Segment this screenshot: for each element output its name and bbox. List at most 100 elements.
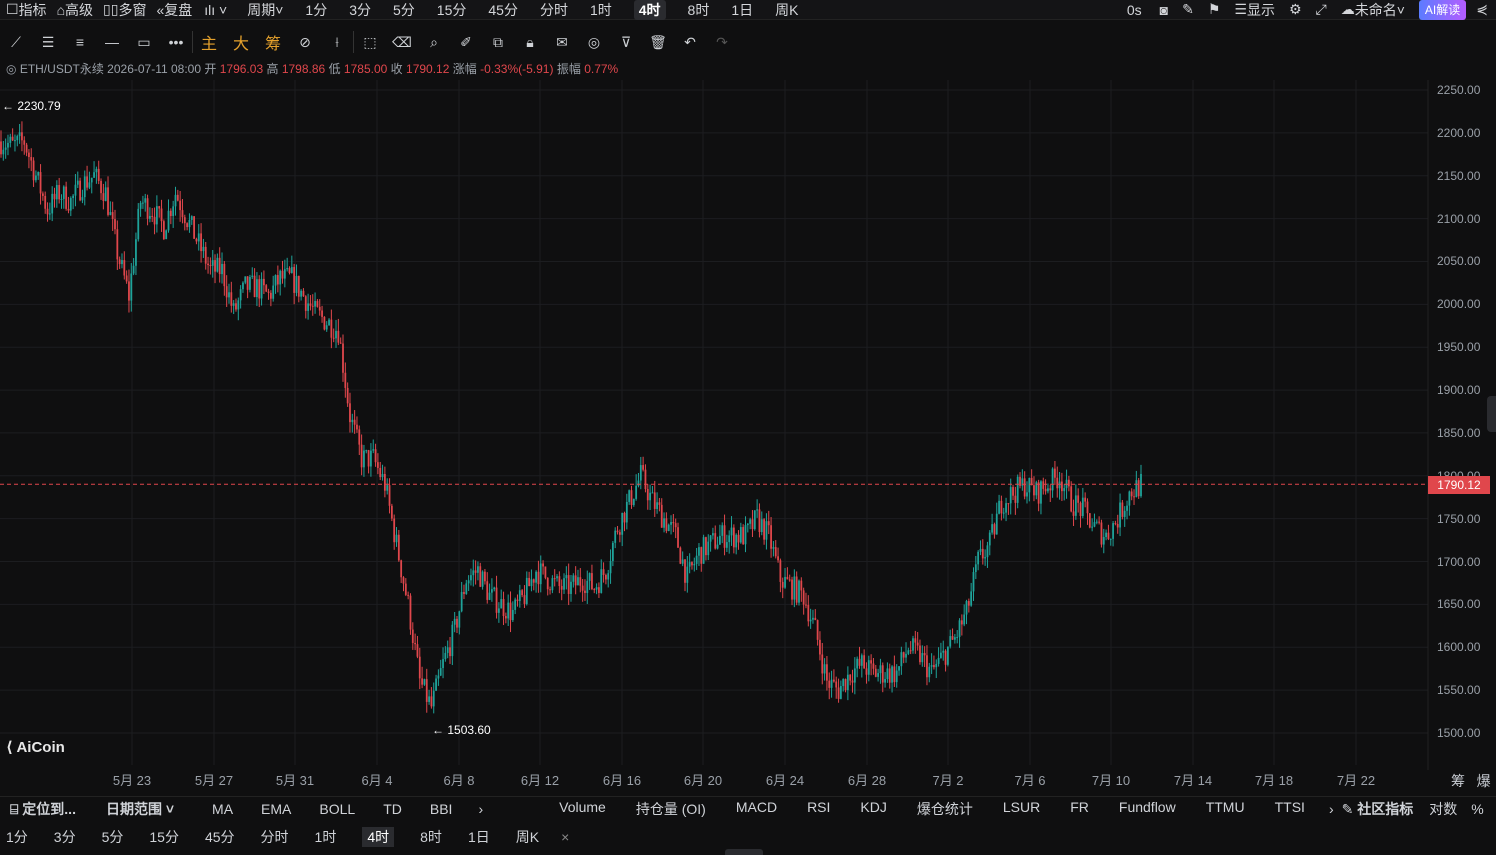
sub-indicator-10[interactable]: TTSI	[1275, 799, 1305, 819]
corner-chips[interactable]: 筹 爆	[1451, 771, 1491, 791]
log-scale-button[interactable]: 对数	[1429, 799, 1457, 819]
candle-body	[1109, 538, 1112, 540]
camera-icon[interactable]: ◙	[1160, 0, 1168, 20]
chart-type-icon[interactable]: ılı ˅	[204, 0, 227, 20]
bottom-timeframe-2[interactable]: 5分	[102, 827, 124, 847]
sub-indicator-9[interactable]: TTMU	[1206, 799, 1245, 819]
candle-body	[798, 580, 800, 603]
sub-indicator-8[interactable]: Fundflow	[1119, 799, 1176, 819]
main-force-button[interactable]: 主	[193, 28, 225, 56]
timeframe-6[interactable]: 1时	[590, 0, 612, 20]
flag-icon[interactable]: ⚑	[1208, 0, 1221, 20]
timeframe-4[interactable]: 45分	[488, 0, 518, 20]
side-panel-handle[interactable]	[1487, 396, 1496, 432]
multi-window-menu[interactable]: ▯▯ 多窗	[103, 0, 146, 20]
bottom-timeframe-7[interactable]: 4时	[362, 827, 395, 847]
filter-icon[interactable]: ⊽	[610, 28, 642, 56]
fullscreen-icon[interactable]: ⤢	[1316, 0, 1327, 20]
ai-button[interactable]: AI解读	[1418, 0, 1467, 20]
main-indicator-td[interactable]: TD	[383, 801, 402, 817]
candle-body	[639, 465, 642, 481]
bottom-timeframe-10[interactable]: 周K	[516, 827, 539, 847]
brush-icon[interactable]: ✐	[450, 28, 482, 56]
bottom-timeframe-3[interactable]: 15分	[149, 827, 179, 847]
candlestick-chart[interactable]	[0, 80, 1496, 770]
settings-icon[interactable]: ⚙	[1289, 0, 1302, 20]
candle-body	[290, 267, 293, 273]
bottom-timeframe-4[interactable]: 45分	[205, 827, 235, 847]
bottom-timeframe-9[interactable]: 1日	[468, 827, 490, 847]
bottom-timeframe-8[interactable]: 8时	[420, 827, 442, 847]
hlines-icon[interactable]: ≡	[64, 28, 96, 56]
timeframe-1[interactable]: 3分	[349, 0, 371, 20]
sub-indicator-4[interactable]: KDJ	[860, 799, 886, 819]
sub-indicator-1[interactable]: 持仓量 (OI)	[636, 799, 706, 819]
parallel-icon[interactable]: ☰	[32, 28, 64, 56]
trendline-icon[interactable]: ⟋	[0, 28, 32, 56]
hide-icon[interactable]: ◎	[578, 28, 610, 56]
date-range-button[interactable]: 日期范围 ˅	[106, 799, 174, 819]
indicator-menu[interactable]: ☐ 指标	[6, 0, 47, 20]
magnet-icon[interactable]: ⊘	[289, 28, 321, 56]
pen-icon[interactable]: ✎	[1182, 0, 1194, 20]
candle-body	[523, 595, 526, 604]
candle-body	[623, 512, 626, 523]
measure-icon[interactable]: ⟊	[321, 28, 353, 56]
candle-body	[297, 275, 300, 297]
rect-icon[interactable]: ▭	[128, 28, 160, 56]
sub-indicator-6[interactable]: LSUR	[1003, 799, 1040, 819]
timeframe-9[interactable]: 1日	[731, 0, 753, 20]
period-menu[interactable]: 周期 ˅	[247, 0, 283, 20]
chevron-right-icon[interactable]: ›	[1329, 801, 1334, 817]
main-indicator-boll[interactable]: BOLL	[319, 801, 355, 817]
note-icon[interactable]: ✉	[546, 28, 578, 56]
sub-indicator-2[interactable]: MACD	[736, 799, 777, 819]
sub-indicator-3[interactable]: RSI	[807, 799, 830, 819]
share-icon[interactable]: ⋞	[1476, 0, 1488, 20]
link-icon[interactable]: ⧉	[482, 28, 514, 56]
locate-button[interactable]: ⌸ 定位到...	[10, 799, 76, 819]
more-icon[interactable]: •••	[160, 28, 192, 56]
advanced-menu[interactable]: ⌂ 高级	[57, 0, 93, 20]
sub-indicator-0[interactable]: Volume	[559, 799, 606, 819]
lock-draw-icon[interactable]: ⬚	[354, 28, 386, 56]
candle-body	[560, 586, 563, 590]
timeframe-5[interactable]: 分时	[540, 0, 568, 20]
chevron-right-icon[interactable]: ›	[478, 801, 483, 817]
main-indicator-bbi[interactable]: BBI	[430, 801, 453, 817]
trash-icon[interactable]: 🗑︎	[642, 28, 674, 56]
bottom-timeframe-5[interactable]: 分时	[261, 827, 289, 847]
redo-icon[interactable]: ↷	[706, 28, 738, 56]
big-order-button[interactable]: 大	[225, 28, 257, 56]
percent-scale-button[interactable]: %	[1471, 801, 1483, 817]
timeframe-0[interactable]: 1分	[305, 0, 327, 20]
timeframe-3[interactable]: 15分	[437, 0, 467, 20]
sub-indicator-7[interactable]: FR	[1070, 799, 1089, 819]
timeframe-7[interactable]: 4时	[633, 0, 666, 20]
display-menu[interactable]: ☰ 显示	[1234, 0, 1275, 20]
undo-icon[interactable]: ↶	[674, 28, 706, 56]
candle-body	[318, 306, 321, 311]
y-tick-label: 1500.00	[1437, 726, 1481, 740]
bottom-timeframe-1[interactable]: 3分	[54, 827, 76, 847]
replay-menu[interactable]: « 复盘	[156, 0, 192, 20]
eraser-icon[interactable]: ⌫	[386, 28, 418, 56]
community-indicators-button[interactable]: ✎ 社区指标	[1342, 799, 1414, 819]
timeframe-10[interactable]: 周K	[775, 0, 798, 20]
bottom-timeframe-6[interactable]: 1时	[315, 827, 337, 847]
panel-handle[interactable]	[725, 849, 763, 855]
layout-menu[interactable]: ☁ 未命名 ˅	[1341, 0, 1405, 20]
close-icon[interactable]: ×	[561, 829, 569, 845]
main-indicator-ma[interactable]: MA	[212, 801, 233, 817]
timeframe-2[interactable]: 5分	[393, 0, 415, 20]
main-indicator-ema[interactable]: EMA	[261, 801, 291, 817]
chips-button[interactable]: 筹	[257, 28, 289, 56]
hline-icon[interactable]: —	[96, 28, 128, 56]
candle-body	[1123, 510, 1126, 517]
zoom-icon[interactable]: ⌕	[418, 28, 450, 56]
sub-indicator-5[interactable]: 爆仓统计	[917, 799, 973, 819]
lock-icon[interactable]: 🔒︎	[514, 28, 546, 56]
candle-body	[179, 200, 182, 211]
bottom-timeframe-0[interactable]: 1分	[6, 827, 28, 847]
timeframe-8[interactable]: 8时	[688, 0, 710, 20]
